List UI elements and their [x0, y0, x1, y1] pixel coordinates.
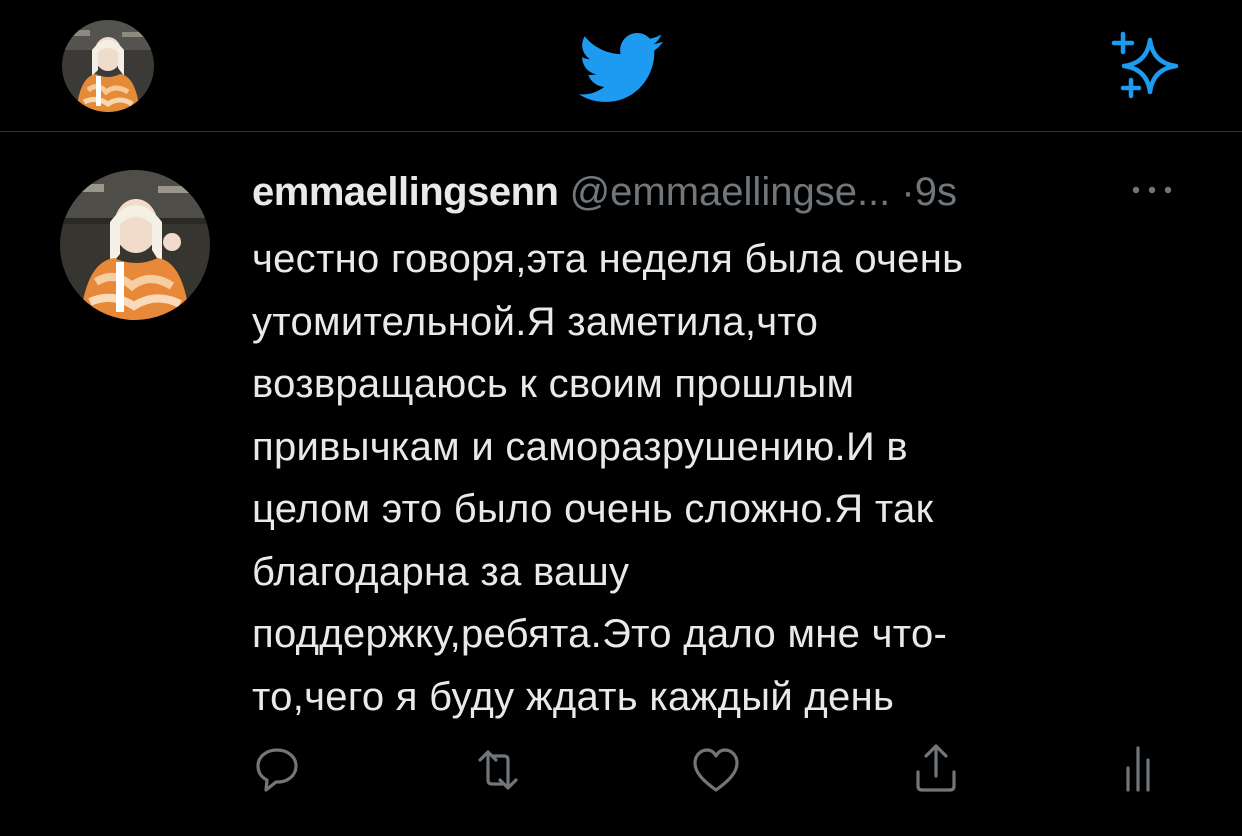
tweet-author-avatar[interactable] — [60, 170, 210, 320]
author-handle[interactable]: @emmaellingse... — [570, 170, 891, 214]
sparkle-icon[interactable] — [1110, 30, 1184, 100]
tweet-timestamp[interactable]: 9s — [915, 170, 957, 214]
avatar-image — [60, 170, 210, 320]
tweet-body-text: честно говоря,эта неделя была очень утом… — [252, 237, 964, 719]
twitter-bird-icon[interactable] — [578, 33, 666, 103]
separator-dot: · — [901, 170, 915, 214]
analytics-icon[interactable] — [1118, 738, 1158, 802]
profile-avatar-button[interactable] — [62, 20, 154, 112]
tweet-action-bar — [0, 738, 1242, 802]
heart-icon[interactable] — [690, 738, 742, 802]
tweet-header: emmaellingsenn @emmaellingse... ·9s — [252, 166, 1192, 218]
retweet-icon[interactable] — [470, 738, 526, 802]
reply-icon[interactable] — [252, 738, 302, 802]
more-options-icon[interactable] — [1126, 172, 1178, 208]
share-icon[interactable] — [910, 738, 962, 802]
top-navigation-bar — [0, 0, 1242, 132]
avatar-image — [62, 20, 154, 112]
author-display-name[interactable]: emmaellingsenn — [252, 170, 559, 214]
